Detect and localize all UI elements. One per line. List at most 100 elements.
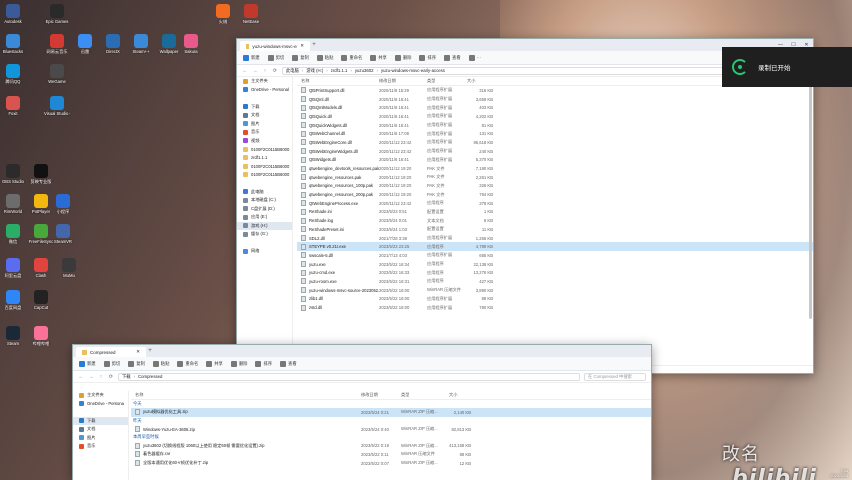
sidebar-item[interactable]: 网络	[237, 247, 292, 256]
file-row[interactable]: qtwebengine_devtools_resources.pak 2020/1…	[297, 164, 813, 173]
file-row[interactable]: qtwebengine_resources_200p.pak 2020/11/12…	[297, 190, 813, 199]
toolbar-button[interactable]: 重命名	[177, 360, 198, 367]
sidebar-item[interactable]: 主文件夹	[237, 77, 292, 86]
toolbar-button[interactable]: 粘贴	[316, 54, 333, 61]
breadcrumb-item[interactable]: Compressed	[138, 374, 162, 379]
forward-arrow-icon[interactable]: →	[88, 374, 94, 380]
file-row[interactable]: STEYPE v0.21r.exe 2023/5/23 23:25 应用程序 4,78…	[297, 242, 813, 252]
sidebar-item[interactable]: 音乐	[237, 128, 292, 137]
sidebar-item[interactable]: 主文件夹	[73, 391, 128, 400]
sidebar-item[interactable]: OneDrive - Persona	[73, 400, 128, 409]
desktop-icon[interactable]: Bluestacks	[0, 34, 26, 54]
file-row[interactable]: swscale-5.dll 2021/7/13 4:03 应用程序扩展 685 KB	[297, 251, 813, 260]
scrollbar[interactable]	[809, 79, 812, 319]
toolbar-button[interactable]: 排序	[255, 360, 272, 367]
breadcrumb-item[interactable]: 下载	[122, 374, 131, 380]
file-row[interactable]: Qt5WebEngineCore.dll 2020/11/12 23:42 应用程序…	[297, 138, 813, 147]
file-row[interactable]: Qt5QmlModels.dll 2020/11/6 16:41 应用程序扩展 403…	[297, 103, 813, 112]
back-arrow-icon[interactable]: ←	[78, 374, 84, 380]
file-row[interactable]: SDL2.dll 2021/7/28 3:38 应用程序扩展 1,256 KB	[297, 234, 813, 243]
refresh-icon[interactable]: ⟳	[108, 374, 114, 380]
refresh-icon[interactable]: ⟳	[272, 68, 278, 74]
desktop-icon[interactable]: Steam++	[128, 34, 154, 54]
breadcrumb-item[interactable]: yuzu-windows-msvc-early-access	[381, 68, 445, 73]
tab-active[interactable]: yuzu-windows-msvc-early-access ✕	[240, 41, 310, 51]
breadcrumb-item[interactable]: zrdf1.1.1	[331, 68, 348, 73]
group-header[interactable]: 本周早些时候	[131, 433, 651, 441]
toolbar-button[interactable]: 查看	[444, 54, 461, 61]
breadcrumb-item[interactable]: yuzu3602	[355, 68, 374, 73]
sidebar-item[interactable]: 0100F2C0115B6000	[237, 162, 292, 171]
desktop-icon[interactable]: 剪映专业版	[28, 164, 54, 184]
breadcrumb[interactable]: 此电脑 › 游戏 (H:) › zrdf1.1.1 › yuzu3602 › yuzu-wind…	[282, 66, 744, 75]
desktop-icon[interactable]: Clash	[28, 258, 54, 278]
file-row[interactable]: qtwebengine_resources_100p.pak 2020/11/12…	[297, 182, 813, 191]
group-header[interactable]: 今天	[131, 400, 651, 408]
file-row[interactable]: QtWebEngineProcess.exe 2020/11/12 23:42 应用…	[297, 199, 813, 208]
toolbar-button[interactable]: 删除	[394, 54, 411, 61]
toolbar-button[interactable]: 复制	[128, 360, 145, 367]
file-row[interactable]: yuzu3602 (切换线程版 1060以上使用 稳定60帧 需要优化设置).z…	[131, 441, 651, 450]
desktop-icon[interactable]: 哔哩哔哩	[28, 326, 54, 346]
desktop-icon[interactable]: Visual Studio Code	[44, 96, 70, 116]
file-row[interactable]: Qt5Qml.dll 2020/11/6 16:41 应用程序扩展 3,659 KB	[297, 95, 813, 104]
toolbar-button[interactable]: 粘贴	[152, 360, 169, 367]
sidebar-item[interactable]: 游戏 (H:)	[237, 221, 292, 230]
desktop-icon[interactable]: Sakura	[178, 34, 204, 54]
toolbar-button[interactable]: 共享	[370, 54, 387, 61]
toolbar-button[interactable]: 重命名	[341, 54, 362, 61]
desktop-icon[interactable]: WeGame	[44, 64, 70, 84]
file-row[interactable]: yuzu模拟器优化工具.zip 2023/5/24 0:21 WinRAR ZIP …	[131, 408, 651, 417]
column-date[interactable]: 修改日期	[361, 392, 401, 398]
desktop-icon[interactable]: 小程序	[50, 194, 76, 214]
file-row[interactable]: Qt5Widgets.dll 2020/11/6 16:41 应用程序扩展 5,370…	[297, 156, 813, 165]
file-row[interactable]: Qt5WebChannel.dll 2020/11/6 17:08 应用程序扩展 13…	[297, 129, 813, 138]
sidebar-item[interactable]: 音乐	[73, 442, 128, 451]
tab-active[interactable]: Compressed ✕	[76, 347, 146, 357]
back-arrow-icon[interactable]: ←	[242, 68, 248, 74]
sidebar-item[interactable]: 文档	[237, 111, 292, 120]
desktop-icon[interactable]: RimWorld	[0, 194, 26, 214]
sidebar-item[interactable]: 本地磁盘 (C:)	[237, 196, 292, 205]
desktop-icon[interactable]: 腾讯QQ	[0, 64, 26, 84]
sidebar-item[interactable]: 文档	[73, 425, 128, 434]
file-row[interactable]: ReShadePreset.ini 2023/5/24 1:03 配置设置 11 KB	[297, 225, 813, 234]
sidebar-item[interactable]: 0100F2C0115B6000	[237, 145, 292, 154]
file-row[interactable]: Qt5WebEngineWidgets.dll 2020/11/12 23:42 应…	[297, 147, 813, 156]
toolbar-button[interactable]: 新建	[79, 360, 96, 367]
column-type[interactable]: 类型	[401, 392, 449, 398]
sidebar-item[interactable]: 0100F2C0115B6000	[237, 171, 292, 180]
new-tab-button[interactable]: +	[146, 348, 154, 357]
group-header[interactable]: 昨天	[131, 417, 651, 425]
toolbar-button[interactable]: 剪切	[103, 360, 120, 367]
toolbar-button[interactable]: 删除	[230, 360, 247, 367]
explorer-window-compressed[interactable]: Compressed ✕ + 新建 剪切 复制 粘贴 重命名 共享 删除 排序 查看 ← → ↑…	[72, 344, 652, 480]
sidebar-item[interactable]: OneDrive - Personal	[237, 86, 292, 95]
file-row[interactable]: qtwebengine_resources.pak 2020/11/12 19:2…	[297, 173, 813, 182]
search-input[interactable]: 在 Compressed 中搜索	[584, 372, 646, 381]
column-date[interactable]: 修改日期	[379, 78, 427, 84]
breadcrumb-item[interactable]: 游戏 (H:)	[306, 68, 323, 74]
file-row[interactable]: yuzu-windows-msvc-source-2023052... 2023/…	[297, 286, 813, 295]
desktop-icon[interactable]: Steam	[0, 326, 26, 346]
up-arrow-icon[interactable]: ↑	[262, 68, 268, 74]
desktop-icon[interactable]: Autodesk	[0, 4, 26, 24]
file-row[interactable]: Qt5QuickWidgets.dll 2020/11/6 16:41 应用程序扩展…	[297, 121, 813, 130]
desktop-icon[interactable]: MuMu	[56, 258, 82, 278]
column-size[interactable]: 大小	[449, 392, 475, 398]
desktop-icon[interactable]: 迅雷	[72, 34, 98, 54]
desktop-icon[interactable]: SteamVR	[50, 224, 76, 244]
forward-arrow-icon[interactable]: →	[252, 68, 258, 74]
tab-close-icon[interactable]: ✕	[300, 43, 304, 49]
sidebar-item[interactable]: C盘扩展 (D:)	[237, 205, 292, 214]
breadcrumb[interactable]: 下载 › Compressed	[118, 372, 580, 381]
toolbar-button[interactable]: 共享	[206, 360, 223, 367]
sidebar-item[interactable]: 缓存 (G:)	[237, 230, 292, 239]
file-row[interactable]: 全版本通用优化60+r帧优化补丁.zip 2023/5/22 0:07 WinRAR…	[131, 459, 651, 468]
file-row[interactable]: 着色器缓存.rar 2023/5/22 0:11 WinRAR 压缩文件 88 KB	[131, 450, 651, 459]
toolbar-button[interactable]: ···	[468, 54, 481, 61]
desktop-icon[interactable]: Foxit	[0, 96, 26, 116]
explorer-window-main[interactable]: yuzu-windows-msvc-early-access ✕ + — ☐ ✕…	[236, 38, 814, 374]
column-name[interactable]: 名称	[131, 392, 361, 398]
breadcrumb-item[interactable]: 此电脑	[286, 68, 299, 74]
